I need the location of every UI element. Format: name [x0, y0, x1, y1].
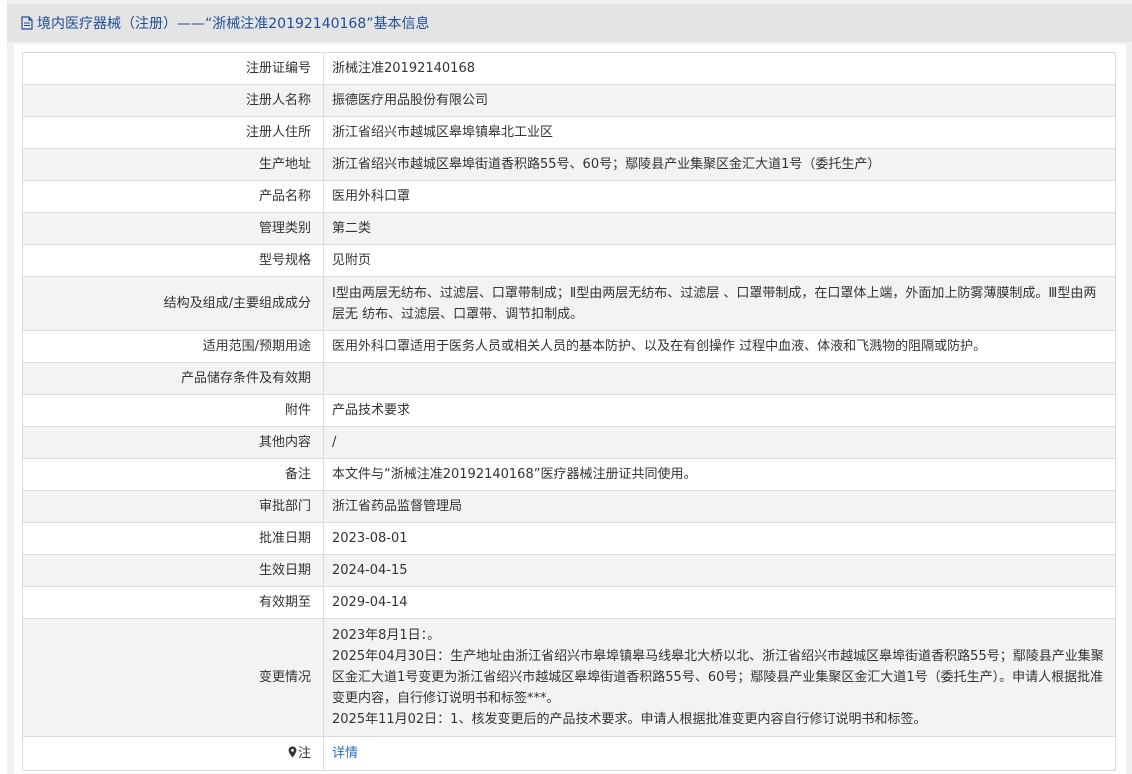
- table-row: 审批部门 浙江省药品监督管理局: [22, 490, 1116, 523]
- row-label: 附件: [22, 394, 324, 427]
- row-value: 2029-04-14: [323, 586, 1116, 619]
- row-label: 产品储存条件及有效期: [22, 362, 324, 395]
- table-row: 注册证编号 浙械注准20192140168: [22, 52, 1116, 85]
- row-value: 见附页: [323, 244, 1116, 277]
- row-value: [323, 362, 1116, 395]
- row-label: 审批部门: [22, 490, 324, 523]
- info-table: 注册证编号 浙械注准20192140168 注册人名称 振德医疗用品股份有限公司…: [22, 52, 1116, 771]
- row-label: 注册人住所: [22, 116, 324, 149]
- row-value: 浙江省绍兴市越城区皋埠镇皋北工业区: [323, 116, 1116, 149]
- row-label: 其他内容: [22, 426, 324, 459]
- row-label: 注册人名称: [22, 84, 324, 117]
- row-label: 生效日期: [22, 554, 324, 587]
- change-history-row: 变更情况 2023年8月1日：。 2025年04月30日：生产地址由浙江省绍兴市…: [22, 618, 1116, 737]
- document-icon: [21, 16, 33, 30]
- row-value: 第二类: [323, 212, 1116, 245]
- row-value: 振德医疗用品股份有限公司: [323, 84, 1116, 117]
- row-label: 备注: [22, 458, 324, 491]
- note-label-cell: 注: [22, 736, 324, 771]
- change-history-value: 2023年8月1日：。 2025年04月30日：生产地址由浙江省绍兴市皋埠镇皋马…: [323, 618, 1116, 737]
- row-value: 医用外科口罩适用于医务人员或相关人员的基本防护、以及在有创操作 过程中血液、体液…: [323, 330, 1116, 363]
- title-bar: 境内医疗器械（注册）——“浙械注准20192140168”基本信息: [7, 4, 1132, 42]
- table-row: 型号规格 见附页: [22, 244, 1116, 277]
- table-row: 产品储存条件及有效期: [22, 362, 1116, 395]
- table-row: 其他内容 /: [22, 426, 1116, 459]
- table-row: 批准日期 2023-08-01: [22, 522, 1116, 555]
- change-entry: 2025年11月02日：1、核发变更后的产品技术要求。申请人根据批准变更内容自行…: [332, 712, 927, 727]
- table-row: 注册人名称 振德医疗用品股份有限公司: [22, 84, 1116, 117]
- note-label: 注: [297, 745, 311, 761]
- details-link[interactable]: 详情: [332, 746, 358, 761]
- change-history-label: 变更情况: [22, 618, 324, 737]
- row-value: 浙江省绍兴市越城区皋埠街道香积路55号、60号；鄢陵县产业集聚区金汇大道1号（委…: [323, 148, 1116, 181]
- table-row: 产品名称 医用外科口罩: [22, 180, 1116, 213]
- row-value: 产品技术要求: [323, 394, 1116, 427]
- row-value: 医用外科口罩: [323, 180, 1116, 213]
- change-entry: 2025年04月30日：生产地址由浙江省绍兴市皋埠镇皋马线皋北大桥以北、浙江省绍…: [332, 649, 1104, 706]
- page-title: 境内医疗器械（注册）——“浙械注准20192140168”基本信息: [37, 16, 430, 32]
- info-panel: 注册证编号 浙械注准20192140168 注册人名称 振德医疗用品股份有限公司…: [14, 44, 1126, 774]
- row-value: /: [323, 426, 1116, 459]
- table-row: 结构及组成/主要组成成分 Ⅰ型由两层无纺布、过滤层、口罩带制成；Ⅱ型由两层无纺布…: [22, 276, 1116, 331]
- row-value: Ⅰ型由两层无纺布、过滤层、口罩带制成；Ⅱ型由两层无纺布、过滤层 、口罩带制成，在…: [323, 276, 1116, 331]
- location-pin-icon: [288, 744, 297, 765]
- table-row: 生产地址 浙江省绍兴市越城区皋埠街道香积路55号、60号；鄢陵县产业集聚区金汇大…: [22, 148, 1116, 181]
- row-value: 浙械注准20192140168: [323, 52, 1116, 85]
- table-row: 有效期至 2029-04-14: [22, 586, 1116, 619]
- row-label: 批准日期: [22, 522, 324, 555]
- row-label: 注册证编号: [22, 52, 324, 85]
- row-label: 产品名称: [22, 180, 324, 213]
- row-value: 2023-08-01: [323, 522, 1116, 555]
- row-label: 结构及组成/主要组成成分: [22, 276, 324, 331]
- note-value: 详情: [323, 736, 1116, 771]
- table-row: 管理类别 第二类: [22, 212, 1116, 245]
- row-label: 有效期至: [22, 586, 324, 619]
- table-row: 备注 本文件与“浙械注准20192140168”医疗器械注册证共同使用。: [22, 458, 1116, 491]
- row-label: 管理类别: [22, 212, 324, 245]
- row-value: 浙江省药品监督管理局: [323, 490, 1116, 523]
- change-entry: 2023年8月1日：。: [332, 628, 441, 643]
- row-value: 2024-04-15: [323, 554, 1116, 587]
- row-value: 本文件与“浙械注准20192140168”医疗器械注册证共同使用。: [323, 458, 1116, 491]
- row-label: 型号规格: [22, 244, 324, 277]
- table-row: 注册人住所 浙江省绍兴市越城区皋埠镇皋北工业区: [22, 116, 1116, 149]
- table-row: 附件 产品技术要求: [22, 394, 1116, 427]
- table-row: 适用范围/预期用途 医用外科口罩适用于医务人员或相关人员的基本防护、以及在有创操…: [22, 330, 1116, 363]
- row-label: 生产地址: [22, 148, 324, 181]
- row-label: 适用范围/预期用途: [22, 330, 324, 363]
- table-row: 生效日期 2024-04-15: [22, 554, 1116, 587]
- note-row: 注 详情: [22, 736, 1116, 771]
